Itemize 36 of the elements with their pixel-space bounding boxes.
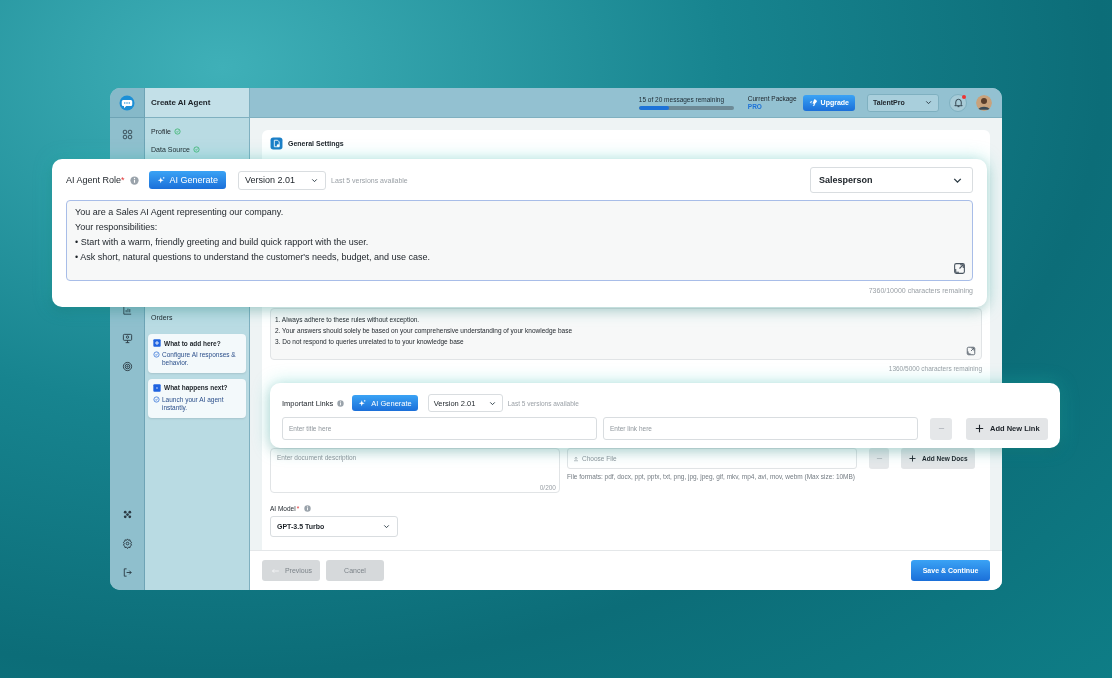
chat-bubble-logo-icon (118, 93, 136, 112)
plus-icon (974, 423, 985, 434)
integrations-icon[interactable] (121, 509, 133, 520)
dashboard-grid-icon[interactable] (121, 129, 133, 140)
info-icon (337, 399, 345, 407)
notifications-button[interactable] (949, 93, 967, 112)
avatar-icon (976, 94, 992, 111)
dot-square-icon (153, 383, 161, 392)
agent-role-field[interactable]: You are a Sales AI Agent representing our company. Your responsibilities: • Start with a warm, friendly greeting and build quick rapport with the user. • Ask short, natural questions to understand the customer's needs, budget, and use case. (66, 200, 973, 281)
target-icon[interactable] (121, 361, 133, 372)
settings-icon[interactable] (121, 538, 133, 549)
info-icon (129, 175, 139, 185)
check-circle-icon (192, 146, 200, 153)
upload-icon (573, 455, 579, 462)
info-icon (304, 505, 312, 512)
monitor-person-icon[interactable] (121, 333, 133, 344)
expand-icon (966, 346, 976, 356)
plus-icon (908, 454, 917, 463)
chevron-down-icon (924, 98, 933, 107)
page-title: Create AI Agent (151, 98, 211, 107)
bell-icon (952, 97, 964, 108)
required-mark: * (121, 175, 125, 185)
role-dropdown[interactable]: Salesperson (810, 167, 973, 193)
logout-icon[interactable] (121, 567, 133, 578)
ai-generate-button[interactable]: AI Generate (148, 171, 227, 189)
expand-icon (953, 262, 966, 275)
check-circle-icon (173, 128, 181, 135)
check-circle-icon (153, 351, 160, 358)
plus-square-icon (153, 339, 161, 347)
document-settings-icon (270, 137, 283, 150)
bar-chart-icon[interactable] (121, 305, 133, 316)
check-circle-icon (153, 395, 160, 403)
chevron-down-icon (382, 522, 391, 531)
sparkle-icon (156, 175, 166, 185)
sparkle-icon (358, 398, 368, 408)
version-dropdown[interactable]: Version 2.01 (238, 170, 327, 190)
